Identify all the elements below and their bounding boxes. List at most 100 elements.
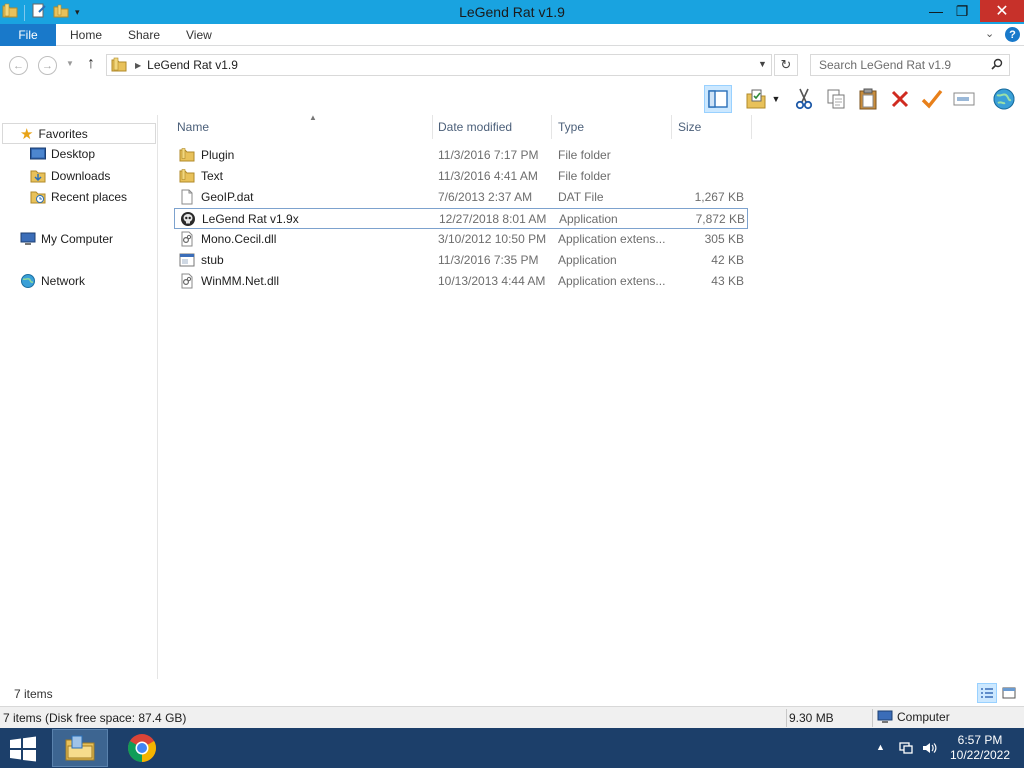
column-header-date[interactable]: Date modified xyxy=(432,115,552,139)
table-row[interactable]: Plugin 11/3/2016 7:17 PM File folder xyxy=(174,145,748,166)
exe-icon xyxy=(179,252,195,268)
taskbar: ▲ 6:57 PM 10/22/2022 xyxy=(0,728,1024,768)
refresh-button[interactable]: ↻ xyxy=(774,54,798,76)
taskbar-file-explorer[interactable] xyxy=(52,729,108,767)
nav-desktop[interactable]: Desktop xyxy=(30,147,95,161)
table-row[interactable]: Text 11/3/2016 4:41 AM File folder xyxy=(174,166,748,187)
cut-icon[interactable] xyxy=(790,85,818,113)
large-icons-view-icon[interactable] xyxy=(999,683,1019,703)
file-date: 12/27/2018 8:01 AM xyxy=(439,212,547,226)
search-input[interactable]: Search LeGend Rat v1.9 xyxy=(810,54,1010,76)
table-row[interactable]: Mono.Cecil.dll 3/10/2012 10:50 PM Applic… xyxy=(174,229,748,250)
check-icon[interactable] xyxy=(918,85,946,113)
column-header-type[interactable]: Type xyxy=(552,115,672,139)
windows-start-icon[interactable] xyxy=(8,736,38,762)
help-icon[interactable]: ? xyxy=(1005,27,1020,42)
file-type: Application xyxy=(559,212,618,226)
breadcrumb-current[interactable]: LeGend Rat v1.9 xyxy=(147,58,238,72)
maximize-button[interactable]: ❐ xyxy=(948,0,976,22)
show-hidden-icons[interactable]: ▲ xyxy=(876,742,885,752)
file-name: stub xyxy=(201,253,224,267)
tab-view[interactable]: View xyxy=(186,28,212,42)
close-button[interactable]: ✕ xyxy=(980,0,1024,22)
properties-dropdown-icon[interactable]: ▼ xyxy=(768,85,784,113)
system-clock[interactable]: 6:57 PM 10/22/2022 xyxy=(940,733,1020,763)
file-date: 3/10/2012 10:50 PM xyxy=(438,232,547,246)
column-header-size[interactable]: Size xyxy=(672,115,752,139)
file-type: DAT File xyxy=(558,190,604,204)
file-size: 305 KB xyxy=(704,232,744,246)
clock-time: 6:57 PM xyxy=(957,733,1003,747)
file-name: Plugin xyxy=(201,148,235,162)
star-icon: ★ xyxy=(20,125,34,143)
details-view-icon[interactable] xyxy=(977,683,997,703)
nav-network[interactable]: Network xyxy=(20,273,85,289)
file-date: 11/3/2016 4:41 AM xyxy=(438,169,538,183)
network-tray-icon[interactable] xyxy=(898,740,914,759)
ribbon: File Home Share View ⌄ ? xyxy=(0,24,1024,46)
file-type: Application extens... xyxy=(558,232,666,246)
file-size: 42 KB xyxy=(711,253,744,267)
preview-pane-icon[interactable] xyxy=(704,85,732,113)
file-icon xyxy=(179,189,195,205)
properties-folder-icon[interactable] xyxy=(742,85,770,113)
file-date: 7/6/2013 2:37 AM xyxy=(438,190,533,204)
status-bar: 7 items xyxy=(0,680,1024,706)
address-bar[interactable]: ▶ LeGend Rat v1.9 xyxy=(106,54,772,76)
tab-file[interactable]: File xyxy=(0,24,56,46)
table-row[interactable]: GeoIP.dat 7/6/2013 2:37 AM DAT File 1,26… xyxy=(174,187,748,208)
selection-size: 9.30 MB xyxy=(789,711,834,725)
column-header-date-label: Date modified xyxy=(438,120,513,134)
address-dropdown-icon[interactable]: ▼ xyxy=(758,59,767,69)
delete-icon[interactable] xyxy=(886,85,914,113)
chrome-icon xyxy=(127,733,157,763)
folder-icon xyxy=(179,147,195,163)
table-row[interactable]: stub 11/3/2016 7:35 PM Application 42 KB xyxy=(174,250,748,271)
tab-share[interactable]: Share xyxy=(128,28,160,42)
dll-icon xyxy=(179,231,195,247)
nav-my-computer[interactable]: My Computer xyxy=(20,231,113,247)
nav-recent-places[interactable]: Recent places xyxy=(30,189,127,205)
app-skull-icon xyxy=(180,211,196,227)
nav-downloads-label: Downloads xyxy=(51,169,111,183)
file-type: Application xyxy=(558,253,617,267)
breadcrumb-arrow-icon[interactable]: ▶ xyxy=(135,61,141,70)
column-header-size-label: Size xyxy=(678,120,702,134)
item-count: 7 items xyxy=(14,687,53,701)
column-header-name[interactable]: Name ▲ xyxy=(171,113,433,139)
search-placeholder: Search LeGend Rat v1.9 xyxy=(819,58,952,72)
recent-locations-icon[interactable]: ▼ xyxy=(66,59,74,68)
search-icon[interactable] xyxy=(991,58,1003,73)
dll-icon xyxy=(179,273,195,289)
table-row[interactable]: WinMM.Net.dll 10/13/2013 4:44 AM Applica… xyxy=(174,271,748,292)
file-name: Text xyxy=(201,169,224,183)
file-type: File folder xyxy=(558,148,611,162)
nav-recent-places-label: Recent places xyxy=(51,190,128,204)
file-date: 11/3/2016 7:17 PM xyxy=(438,148,539,162)
volume-icon[interactable] xyxy=(921,740,937,759)
file-date: 10/13/2013 4:44 AM xyxy=(438,274,546,288)
globe-icon[interactable] xyxy=(990,85,1018,113)
table-row-selected[interactable]: LeGend Rat v1.9x 12/27/2018 8:01 AM Appl… xyxy=(174,208,748,229)
navigation-bar: ← → ▼ ↑ ▶ LeGend Rat v1.9 ▼ ↻ Search LeG… xyxy=(0,47,1024,83)
details-status-bar: 7 items (Disk free space: 87.4 GB) 9.30 … xyxy=(0,706,1024,728)
back-button[interactable]: ← xyxy=(9,56,28,75)
column-header-name-label: Name xyxy=(177,120,210,134)
forward-button[interactable]: → xyxy=(38,56,57,75)
tab-home[interactable]: Home xyxy=(70,28,102,42)
nav-favorites[interactable]: ★ Favorites xyxy=(2,123,156,144)
nav-downloads[interactable]: Downloads xyxy=(30,168,110,184)
minimize-button[interactable]: — xyxy=(922,0,950,22)
up-button[interactable]: ↑ xyxy=(87,55,95,73)
expand-ribbon-icon[interactable]: ⌄ xyxy=(985,27,994,40)
downloads-folder-icon xyxy=(30,168,46,184)
file-name: LeGend Rat v1.9x xyxy=(202,212,299,226)
copy-icon[interactable] xyxy=(822,85,850,113)
computer-icon xyxy=(877,709,893,725)
taskbar-chrome[interactable] xyxy=(114,729,170,767)
paste-icon[interactable] xyxy=(854,85,882,113)
column-header-type-label: Type xyxy=(558,120,585,134)
clock-date: 10/22/2022 xyxy=(949,748,1011,762)
rename-icon[interactable] xyxy=(950,85,978,113)
folder-icon xyxy=(179,168,195,184)
